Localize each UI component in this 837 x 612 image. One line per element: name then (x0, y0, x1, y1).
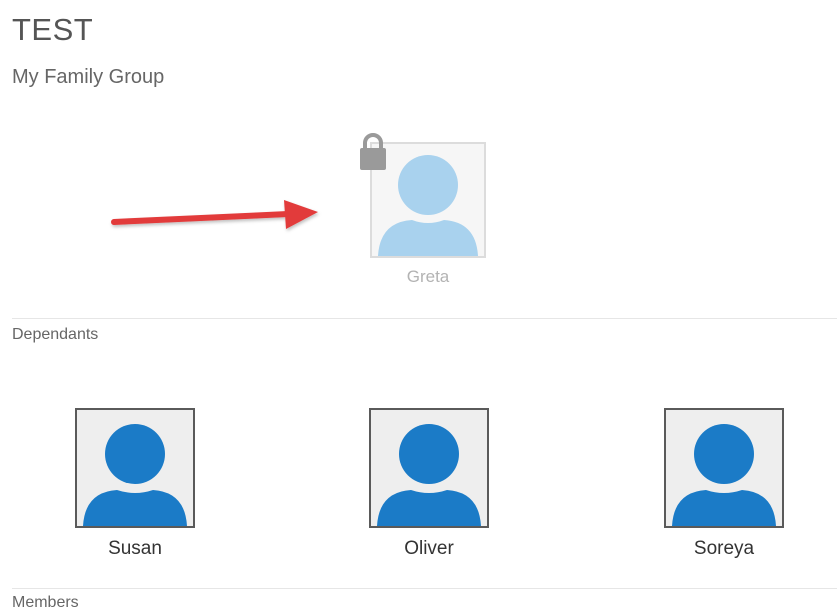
annotation-arrow-icon (111, 200, 318, 229)
divider (12, 588, 837, 589)
page-title: TEST (12, 12, 94, 47)
person-icon (77, 410, 193, 526)
primary-member-name: Greta (406, 267, 450, 286)
dependant-avatar[interactable] (369, 408, 489, 528)
dependant-name: Susan (108, 538, 162, 559)
dependant-card-soreya[interactable]: Soreya (664, 408, 784, 568)
dependant-avatar[interactable] (664, 408, 784, 528)
primary-member-card[interactable]: Greta (354, 130, 494, 295)
section-label-dependants: Dependants (12, 326, 99, 343)
lock-icon (360, 133, 386, 170)
dependant-name: Soreya (693, 538, 755, 559)
page-subtitle: My Family Group (12, 66, 165, 88)
section-label-members: Members (12, 594, 79, 611)
dependant-name: Oliver (404, 538, 454, 559)
person-icon (666, 410, 782, 526)
dependant-avatar[interactable] (75, 408, 195, 528)
person-icon (371, 410, 487, 526)
dependant-card-susan[interactable]: Susan (75, 408, 195, 568)
divider (12, 318, 837, 319)
person-icon (372, 144, 484, 256)
dependant-card-oliver[interactable]: Oliver (369, 408, 489, 568)
